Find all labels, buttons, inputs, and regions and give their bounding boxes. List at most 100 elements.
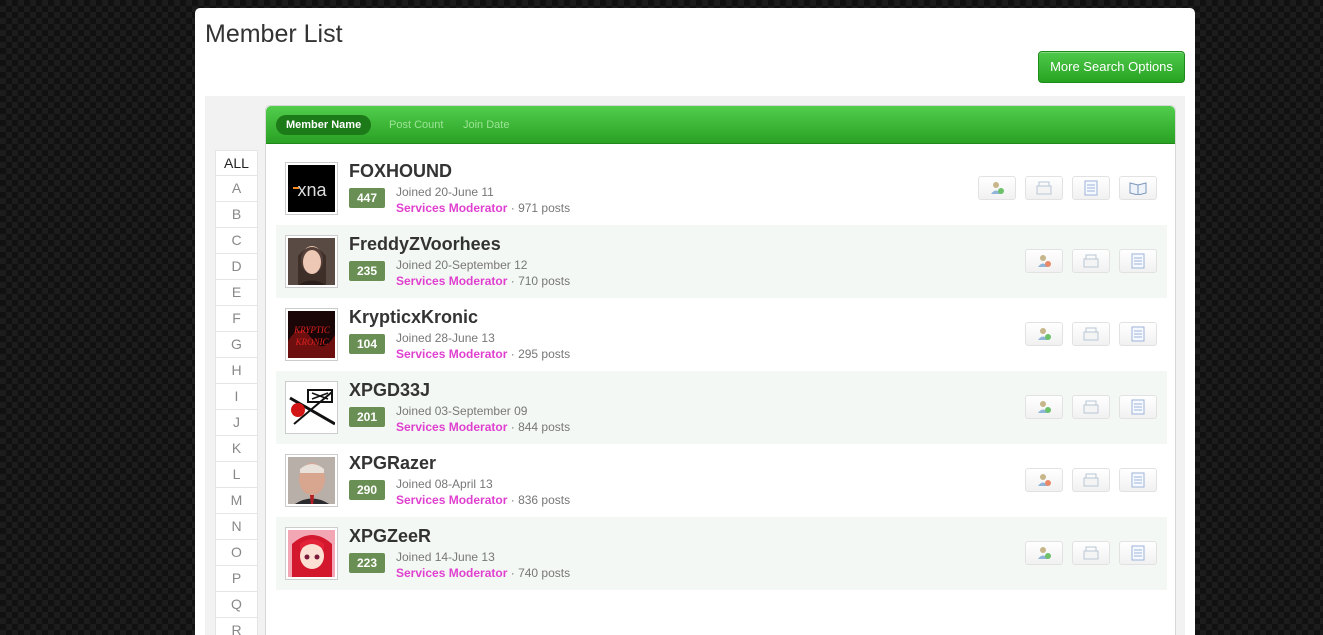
member-actions	[978, 176, 1157, 200]
content-area: ALL A B C D E F G H I J K L M N O P Q R …	[205, 96, 1185, 635]
alpha-item-all[interactable]: ALL	[215, 150, 258, 176]
list-item: XPGRazer 290 Joined 08-April 13 Services…	[276, 444, 1167, 517]
member-actions	[1025, 322, 1157, 346]
member-role: Services Moderator	[396, 420, 508, 434]
alpha-item-g[interactable]: G	[215, 332, 258, 358]
alpha-item-r[interactable]: R	[215, 618, 258, 635]
member-meta: Services Moderator · 844 posts	[396, 420, 570, 434]
list-item: KRYPTIC KRONIC KrypticxKronic 104 Joined…	[276, 298, 1167, 371]
join-date: Joined 28-June 13	[396, 331, 495, 345]
more-search-options-button[interactable]: More Search Options	[1038, 51, 1185, 83]
username-link[interactable]: FreddyZVoorhees	[349, 234, 501, 255]
reputation-badge: 290	[349, 480, 385, 500]
username-link[interactable]: FOXHOUND	[349, 161, 452, 182]
svg-text:KRONIC: KRONIC	[294, 337, 329, 347]
list-item: XPGD33J 201 Joined 03-September 09 Servi…	[276, 371, 1167, 444]
alpha-item-o[interactable]: O	[215, 540, 258, 566]
add-friend-icon[interactable]	[1025, 395, 1063, 419]
member-actions	[1025, 395, 1157, 419]
list-item: XPGZeeR 223 Joined 14-June 13 Services M…	[276, 517, 1167, 590]
message-icon[interactable]	[1072, 395, 1110, 419]
member-actions	[1025, 468, 1157, 492]
member-role: Services Moderator	[396, 274, 508, 288]
member-list-page: Member List More Search Options ALL A B …	[195, 8, 1195, 635]
sort-bar: Member Name Post Count Join Date	[266, 106, 1175, 144]
tab-member-name[interactable]: Member Name	[276, 115, 372, 135]
reputation-badge: 235	[349, 261, 385, 281]
username-link[interactable]: XPGD33J	[349, 380, 430, 401]
tab-post-count[interactable]: Post Count	[389, 115, 443, 135]
alpha-item-q[interactable]: Q	[215, 592, 258, 618]
add-friend-icon[interactable]	[1025, 541, 1063, 565]
blog-icon[interactable]	[1119, 176, 1157, 200]
avatar[interactable]	[285, 381, 338, 434]
member-role: Services Moderator	[396, 566, 508, 580]
message-icon[interactable]	[1072, 468, 1110, 492]
message-icon[interactable]	[1072, 541, 1110, 565]
alpha-item-p[interactable]: P	[215, 566, 258, 592]
reputation-badge: 447	[349, 188, 385, 208]
tab-join-date[interactable]: Join Date	[463, 115, 509, 135]
member-role: Services Moderator	[396, 347, 508, 361]
avatar[interactable]	[285, 454, 338, 507]
alpha-item-i[interactable]: I	[215, 384, 258, 410]
message-icon[interactable]	[1072, 249, 1110, 273]
add-friend-icon[interactable]	[978, 176, 1016, 200]
avatar[interactable]	[285, 235, 338, 288]
member-meta: Services Moderator · 295 posts	[396, 347, 570, 361]
member-list-panel: Member Name Post Count Join Date xna FOX…	[265, 105, 1176, 635]
post-count: · 836 posts	[510, 493, 571, 507]
avatar[interactable]	[285, 527, 338, 580]
member-meta: Services Moderator · 740 posts	[396, 566, 570, 580]
alpha-item-j[interactable]: J	[215, 410, 258, 436]
member-rows: xna FOXHOUND 447 Joined 20-June 11 Servi…	[276, 152, 1167, 590]
message-icon[interactable]	[1025, 176, 1063, 200]
add-friend-icon[interactable]	[1025, 468, 1063, 492]
alpha-item-m[interactable]: M	[215, 488, 258, 514]
avatar[interactable]: xna	[285, 162, 338, 215]
alpha-item-n[interactable]: N	[215, 514, 258, 540]
post-count: · 295 posts	[510, 347, 571, 361]
username-link[interactable]: XPGZeeR	[349, 526, 431, 547]
alpha-item-h[interactable]: H	[215, 358, 258, 384]
list-item: xna FOXHOUND 447 Joined 20-June 11 Servi…	[276, 152, 1167, 225]
join-date: Joined 20-June 11	[396, 185, 494, 199]
page-title: Member List	[205, 20, 343, 48]
username-link[interactable]: XPGRazer	[349, 453, 436, 474]
message-icon[interactable]	[1072, 322, 1110, 346]
alpha-item-b[interactable]: B	[215, 202, 258, 228]
reputation-badge: 201	[349, 407, 385, 427]
alpha-item-e[interactable]: E	[215, 280, 258, 306]
member-role: Services Moderator	[396, 201, 508, 215]
member-meta: Services Moderator · 971 posts	[396, 201, 570, 215]
add-friend-icon[interactable]	[1025, 249, 1063, 273]
post-count: · 740 posts	[510, 566, 571, 580]
alpha-item-f[interactable]: F	[215, 306, 258, 332]
member-actions	[1025, 249, 1157, 273]
posts-icon[interactable]	[1119, 395, 1157, 419]
posts-icon[interactable]	[1119, 322, 1157, 346]
alpha-item-k[interactable]: K	[215, 436, 258, 462]
alpha-item-d[interactable]: D	[215, 254, 258, 280]
reputation-badge: 223	[349, 553, 385, 573]
join-date: Joined 14-June 13	[396, 550, 495, 564]
posts-icon[interactable]	[1119, 249, 1157, 273]
posts-icon[interactable]	[1072, 176, 1110, 200]
list-item: FreddyZVoorhees 235 Joined 20-September …	[276, 225, 1167, 298]
post-count: · 710 posts	[510, 274, 571, 288]
alpha-item-a[interactable]: A	[215, 176, 258, 202]
member-meta: Services Moderator · 710 posts	[396, 274, 570, 288]
svg-text:xna: xna	[297, 180, 327, 200]
add-friend-icon[interactable]	[1025, 322, 1063, 346]
alpha-item-c[interactable]: C	[215, 228, 258, 254]
avatar[interactable]: KRYPTIC KRONIC	[285, 308, 338, 361]
posts-icon[interactable]	[1119, 468, 1157, 492]
member-actions	[1025, 541, 1157, 565]
member-meta: Services Moderator · 836 posts	[396, 493, 570, 507]
username-link[interactable]: KrypticxKronic	[349, 307, 478, 328]
post-count: · 844 posts	[510, 420, 571, 434]
posts-icon[interactable]	[1119, 541, 1157, 565]
join-date: Joined 08-April 13	[396, 477, 493, 491]
alpha-item-l[interactable]: L	[215, 462, 258, 488]
join-date: Joined 03-September 09	[396, 404, 528, 418]
